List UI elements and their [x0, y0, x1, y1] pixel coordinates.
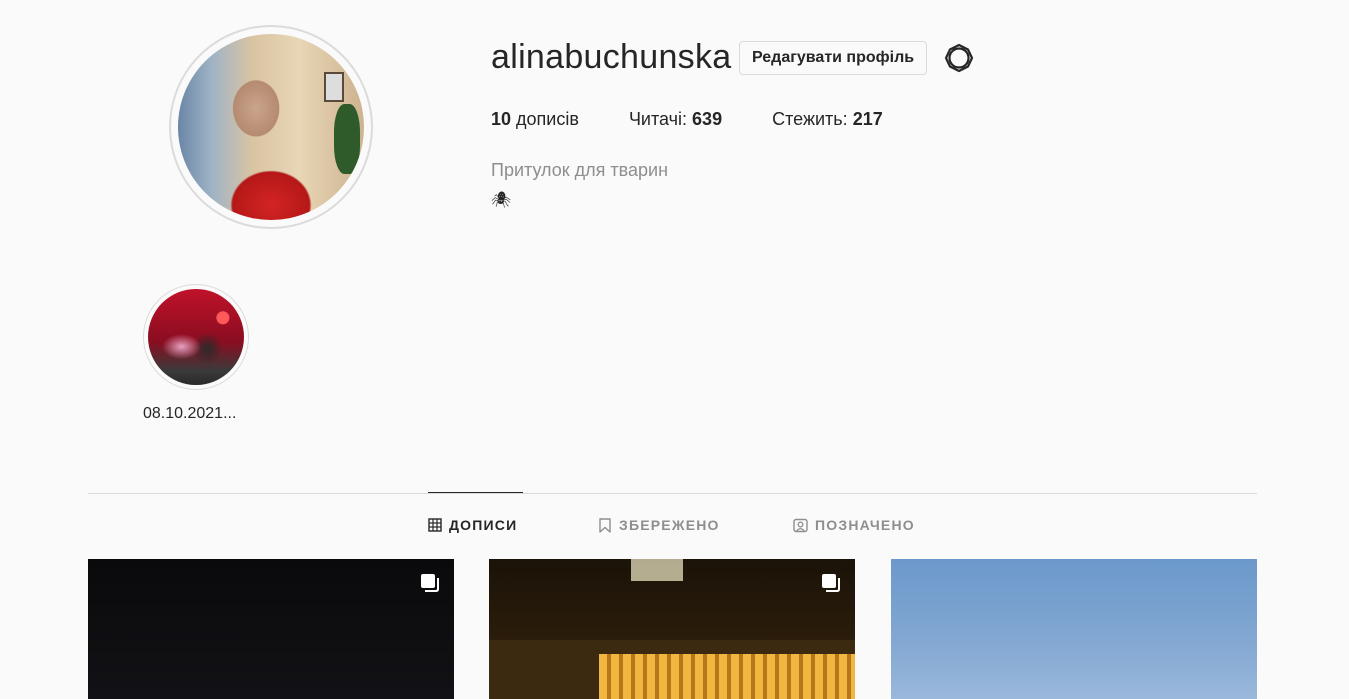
carousel-icon — [822, 574, 840, 592]
bio-category: Притулок для тварин — [491, 160, 669, 180]
posts-label: дописів — [516, 109, 579, 129]
tab-posts-label: ДОПИСИ — [449, 517, 518, 533]
story-highlight[interactable] — [143, 284, 249, 390]
highlight-label: 08.10.2021... — [143, 405, 237, 422]
following-stat[interactable]: Стежить: 217 — [772, 109, 883, 130]
edit-profile-button[interactable]: Редагувати профіль — [739, 41, 928, 75]
following-count: 217 — [852, 109, 883, 129]
bookmark-icon — [599, 517, 611, 533]
grid-icon — [428, 518, 442, 532]
avatar-photo — [178, 34, 364, 220]
bio-text: 🕷 — [491, 192, 512, 209]
carousel-icon — [421, 574, 439, 592]
wall-frame — [324, 72, 344, 102]
profile-username: alinabuchunska — [491, 38, 732, 76]
tab-tagged[interactable]: ПОЗНАЧЕНО — [793, 517, 915, 533]
tab-saved-label: ЗБЕРЕЖЕНО — [619, 517, 720, 533]
followers-label: Читачі: — [628, 109, 688, 129]
followers-stat[interactable]: Читачі: 639 — [629, 109, 722, 130]
posts-stat: 10 дописів — [491, 109, 579, 130]
tabs-divider — [88, 493, 1257, 494]
street-sign — [631, 559, 683, 581]
followers-count: 639 — [692, 109, 723, 129]
post-thumbnail[interactable] — [489, 559, 855, 699]
profile-stats: 10 дописів Читачі: 639 Стежить: 217 — [491, 109, 933, 130]
tab-posts[interactable]: ДОПИСИ — [428, 517, 517, 533]
highlight-cover — [148, 289, 244, 385]
active-tab-indicator — [428, 492, 523, 493]
tagged-icon — [793, 518, 808, 532]
tab-saved[interactable]: ЗБЕРЕЖЕНО — [598, 517, 720, 533]
posts-count: 10 — [491, 109, 512, 129]
profile-avatar[interactable] — [169, 25, 373, 229]
gear-icon[interactable] — [944, 43, 974, 73]
profile-page: alinabuchunska Редагувати профіль 10 доп… — [0, 0, 1349, 699]
post-thumbnail[interactable] — [891, 559, 1257, 699]
plant — [334, 104, 360, 174]
tab-tagged-label: ПОЗНАЧЕНО — [815, 517, 915, 533]
post-thumbnail[interactable] — [88, 559, 454, 699]
lit-building — [599, 654, 855, 699]
following-label: Стежить: — [772, 109, 848, 129]
